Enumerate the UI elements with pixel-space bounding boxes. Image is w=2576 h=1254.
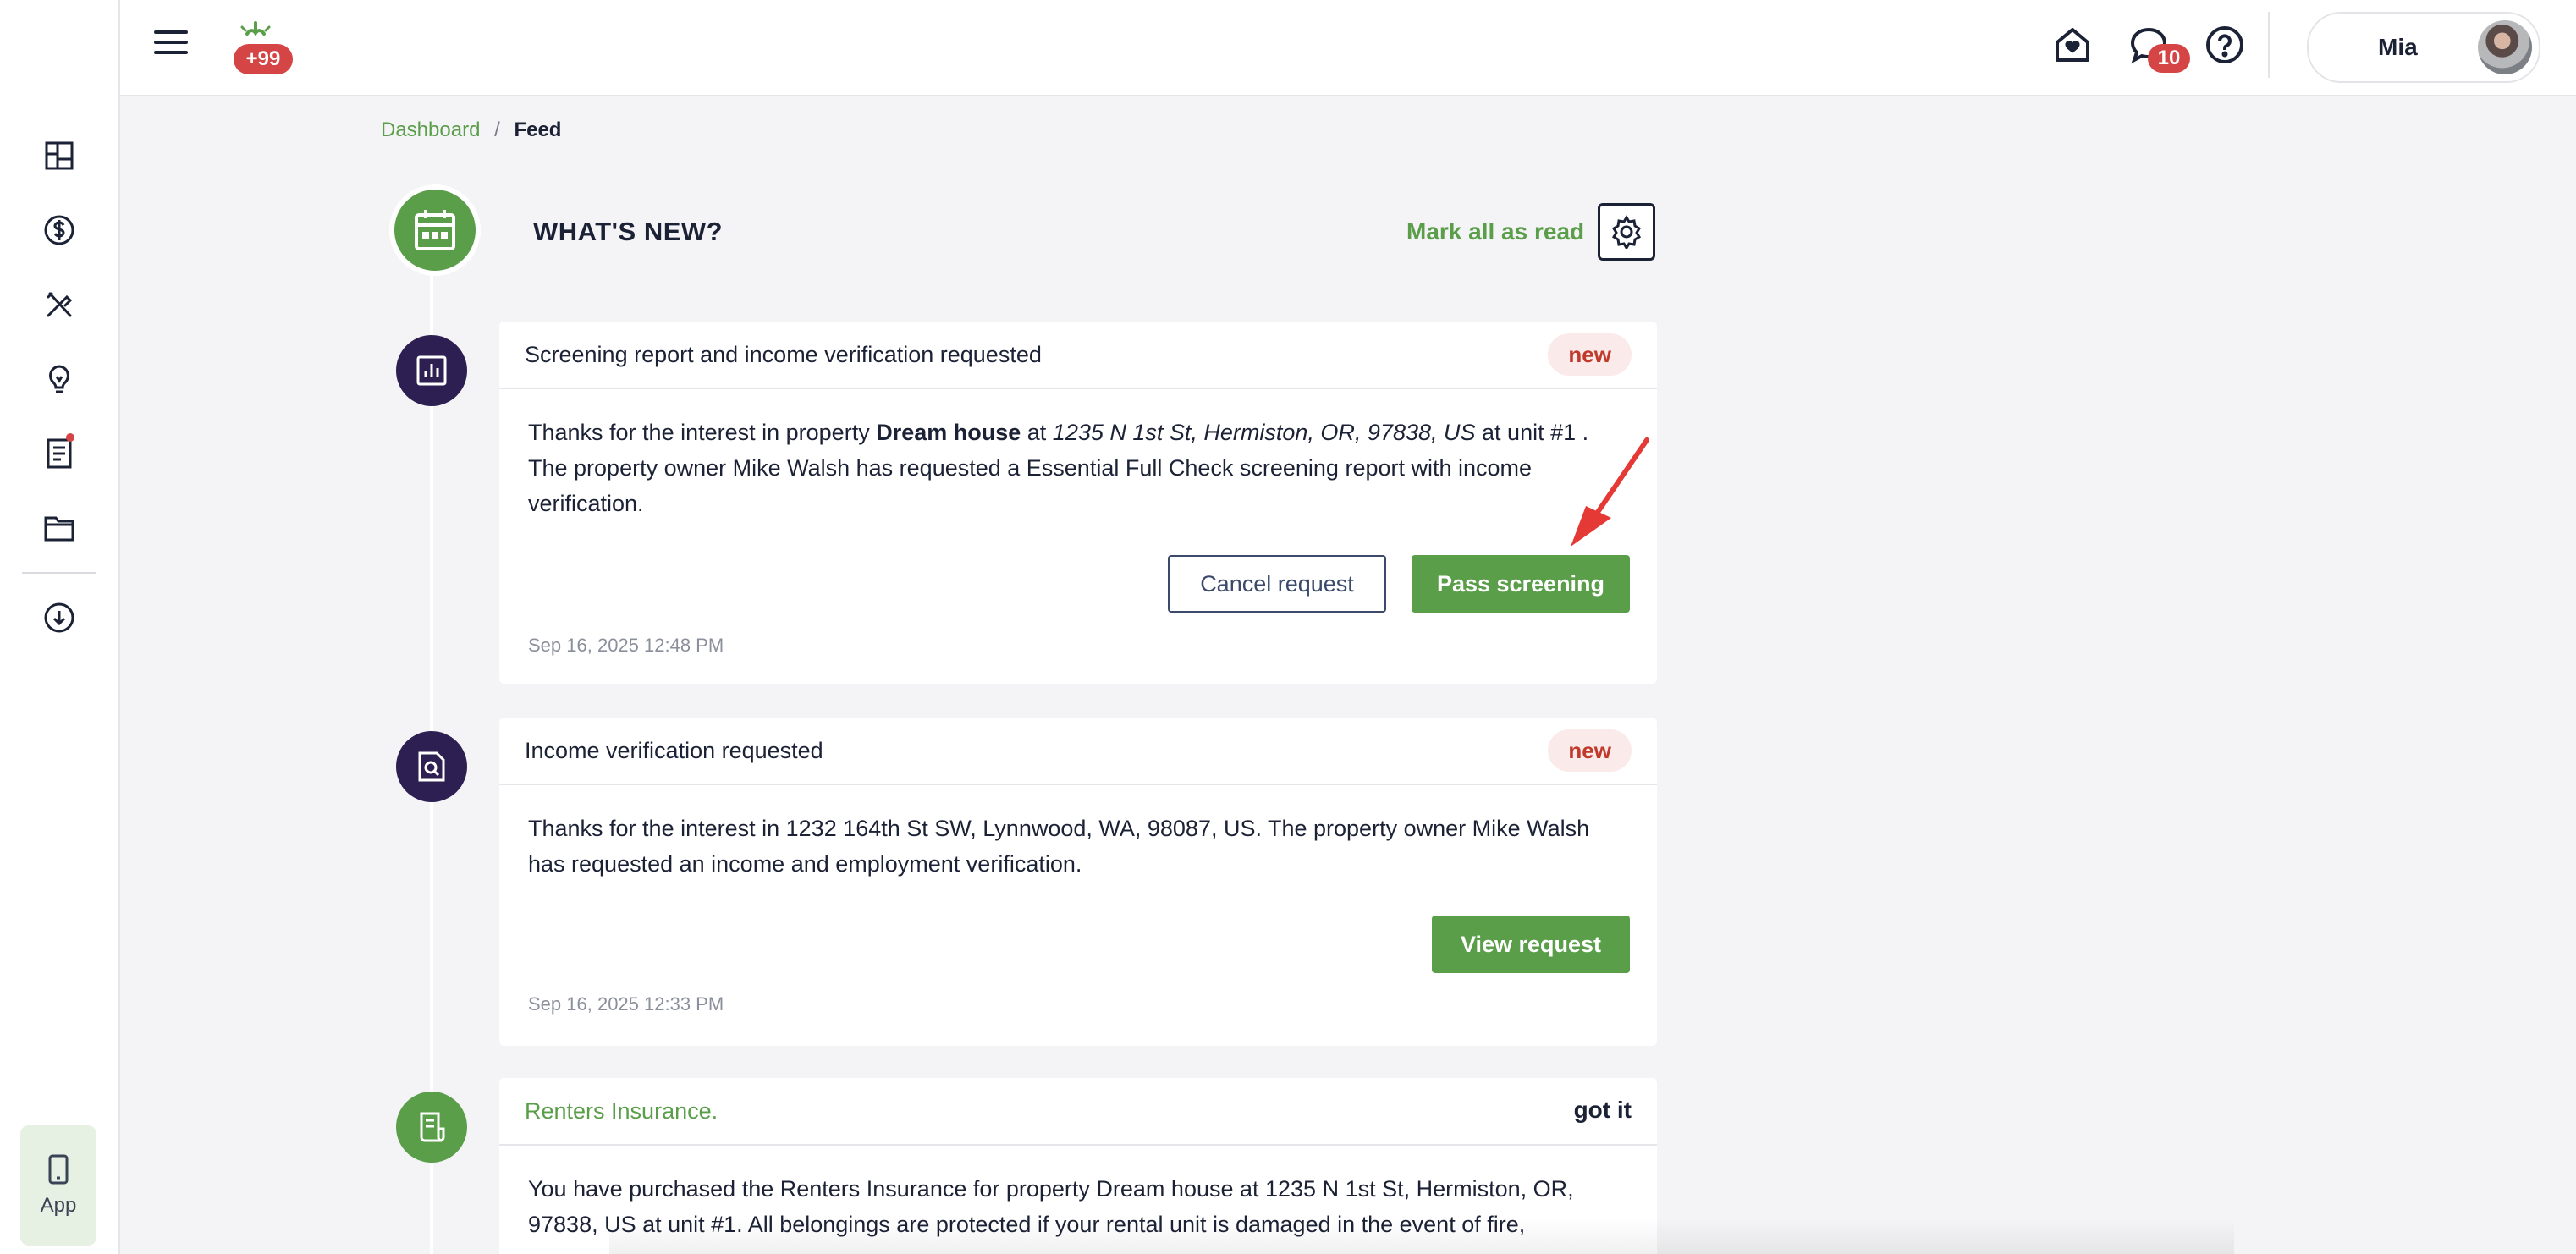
card-timestamp: Sep 16, 2025 12:33 PM (528, 993, 724, 1015)
messages-badge[interactable]: 10 (2148, 44, 2190, 73)
card-body-line-1: You have purchased the Renters Insurance… (528, 1176, 1574, 1202)
calendar-icon (389, 184, 481, 276)
phone-icon (48, 1154, 69, 1185)
report-chart-icon (396, 335, 467, 406)
breadcrumb-separator: / (494, 118, 500, 141)
feed-title: WHAT'S NEW? (533, 217, 724, 246)
pass-screening-button[interactable]: Pass screening (1412, 555, 1630, 613)
card-body-line-2: has requested an income and employment v… (528, 851, 1082, 877)
feed-card-screening: Screening report and income verification… (499, 322, 1657, 684)
sidebar-divider (22, 572, 96, 574)
breadcrumb: Dashboard / Feed (381, 118, 561, 142)
document-icon[interactable] (32, 426, 86, 481)
notifications-badge[interactable]: +99 (234, 44, 293, 74)
tools-icon[interactable] (32, 278, 86, 332)
notification-dot (66, 433, 74, 442)
dollar-icon[interactable] (32, 203, 86, 257)
got-it-button[interactable]: got it (1574, 1097, 1632, 1124)
hamburger-menu-icon[interactable] (154, 25, 193, 64)
property-address: 1235 N 1st St, Hermiston, OR, 97838, US (1052, 420, 1476, 445)
card-body-line-1: Thanks for the interest in property Drea… (528, 420, 1589, 445)
new-badge: new (1548, 333, 1632, 376)
feed-card-income-verification: Income verification requested new Thanks… (499, 718, 1657, 1046)
app-label: App (40, 1194, 77, 1217)
view-request-button[interactable]: View request (1432, 916, 1630, 973)
card-body: Thanks for the interest in property Drea… (528, 415, 1628, 521)
new-badge: new (1548, 729, 1632, 772)
cancel-request-button[interactable]: Cancel request (1168, 555, 1386, 613)
card-body-line-2: The property owner Mike Walsh has reques… (528, 455, 1533, 481)
card-timestamp: Sep 16, 2025 12:48 PM (528, 635, 724, 656)
dashboard-icon[interactable] (32, 129, 86, 183)
gear-icon (1611, 215, 1642, 249)
feed-settings-button[interactable] (1598, 203, 1655, 261)
cloud-download-icon[interactable] (32, 591, 86, 645)
breadcrumb-dashboard-link[interactable]: Dashboard (381, 118, 480, 141)
avatar (2478, 20, 2532, 74)
topbar-divider (2268, 12, 2270, 78)
receipt-icon (396, 1092, 467, 1163)
card-body-line-3: verification. (528, 491, 644, 516)
user-name: Mia (2378, 34, 2418, 60)
mobile-app-button[interactable]: App (20, 1125, 96, 1246)
bottom-fade (609, 1218, 2234, 1254)
home-heart-icon[interactable] (2051, 24, 2094, 66)
breadcrumb-current: Feed (514, 118, 562, 141)
card-title: Income verification requested (525, 738, 823, 763)
left-sidebar: App (0, 0, 120, 1254)
annotation-arrow-icon (1571, 437, 1649, 547)
card-title[interactable]: Renters Insurance. (525, 1098, 718, 1125)
lightbulb-icon[interactable] (32, 352, 86, 406)
card-title: Screening report and income verification… (525, 342, 1042, 367)
search-document-icon (396, 731, 467, 802)
card-body: Thanks for the interest in 1232 164th St… (528, 811, 1628, 882)
card-body-line-1: Thanks for the interest in 1232 164th St… (528, 816, 1590, 841)
card-header: Renters Insurance. got it (499, 1078, 1657, 1146)
mark-all-read-link[interactable]: Mark all as read (1406, 218, 1584, 245)
property-name: Dream house (876, 420, 1021, 445)
help-icon[interactable] (2204, 24, 2246, 66)
top-bar: +99 10 Mia (120, 0, 2576, 96)
user-menu[interactable]: Mia (2307, 12, 2540, 83)
card-header: Income verification requested new (499, 718, 1657, 785)
folder-icon[interactable] (32, 501, 86, 555)
card-header: Screening report and income verification… (499, 322, 1657, 389)
